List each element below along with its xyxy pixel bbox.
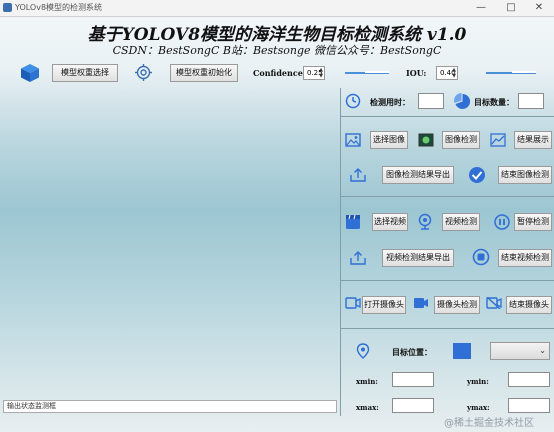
- image-detect-icon: [418, 133, 434, 147]
- stop-video-detect-button[interactable]: 结束视频检测: [498, 249, 552, 267]
- ymax-label: ymax:: [467, 403, 490, 412]
- pause-detect-button[interactable]: 暂停检测: [514, 213, 552, 231]
- check-circle-icon: [469, 167, 485, 183]
- export-video-result-button[interactable]: 视频检测结果导出: [382, 249, 454, 267]
- watermark: @稀土掘金技术社区: [444, 418, 534, 429]
- window-title: YOLOv8模型的检测系统: [15, 3, 103, 12]
- close-camera-button[interactable]: 结束摄像头: [506, 296, 552, 314]
- video-detect-button[interactable]: 视频检测: [442, 213, 480, 231]
- ymin-label: ymin:: [467, 377, 489, 386]
- divider: [340, 116, 554, 117]
- divider: [340, 280, 554, 281]
- iou-slider[interactable]: [486, 71, 536, 74]
- clock-icon: [345, 93, 361, 109]
- close-button[interactable]: ✕: [524, 0, 554, 16]
- show-result-button[interactable]: 结果展示: [514, 131, 552, 149]
- export-icon: [350, 168, 366, 182]
- divider: [340, 328, 554, 329]
- select-image-button[interactable]: 选择图像: [370, 131, 408, 149]
- target-select-dropdown[interactable]: ⌄: [490, 342, 550, 360]
- divider: [340, 196, 554, 197]
- stop-circle-icon: [472, 248, 490, 266]
- location-pin-icon: [356, 343, 370, 359]
- image-detect-button[interactable]: 图像检测: [442, 131, 480, 149]
- camera-detect-button[interactable]: 摄像头检测: [434, 296, 480, 314]
- webcam-icon: [418, 213, 432, 230]
- target-count-field: [518, 93, 544, 109]
- confidence-slider[interactable]: [345, 71, 389, 74]
- ymax-field: [508, 398, 550, 413]
- app-icon: [3, 3, 12, 12]
- xmax-field: [392, 398, 434, 413]
- video-file-icon: [346, 214, 360, 229]
- open-camera-button[interactable]: 打开摄像头: [362, 296, 406, 314]
- target-settings-icon: [135, 64, 152, 81]
- maximize-button[interactable]: □: [496, 0, 526, 16]
- pie-chart-icon: [454, 93, 471, 109]
- iou-label: IOU:: [406, 68, 427, 78]
- target-position-label: 目标位置：: [392, 347, 432, 357]
- minimize-button[interactable]: —: [466, 0, 496, 16]
- confidence-label: Confidence:: [253, 68, 306, 78]
- spin-arrows-icon[interactable]: ▲ ▼: [452, 67, 456, 79]
- chevron-down-icon: ⌄: [539, 346, 546, 355]
- target-count-label: 目标数量：: [474, 97, 514, 107]
- cube-icon: [21, 64, 39, 82]
- detect-time-label: 检测用时：: [370, 97, 410, 107]
- model-init-button[interactable]: 模型权重初始化: [170, 64, 238, 82]
- camera-detect-icon: [414, 298, 428, 308]
- target-preview-icon: [453, 343, 471, 359]
- title-bar: YOLOv8模型的检测系统 — □ ✕: [0, 0, 554, 17]
- status-output: 输出状态监测框: [3, 400, 337, 413]
- xmax-label: xmax:: [356, 403, 379, 412]
- xmin-field: [392, 372, 434, 387]
- iou-spinbox[interactable]: 0.40 ▲ ▼: [436, 66, 458, 80]
- pause-icon: [494, 214, 510, 230]
- image-icon: [345, 133, 361, 147]
- detect-time-field: [418, 93, 444, 109]
- camera-icon: [345, 297, 361, 309]
- spin-arrows-icon[interactable]: ▲ ▼: [319, 67, 323, 79]
- export-image-result-button[interactable]: 图像检测结果导出: [382, 166, 454, 184]
- panel-divider: [340, 88, 341, 416]
- model-select-button[interactable]: 模型权重选择: [52, 64, 118, 82]
- export-icon: [350, 251, 366, 265]
- xmin-label: xmin:: [356, 377, 378, 386]
- page-subtitle: CSDN：BestSongC B站：Bestsonge 微信公众号：BestSo…: [112, 44, 442, 57]
- confidence-spinbox[interactable]: 0.25 ▲ ▼: [303, 66, 325, 80]
- camera-off-icon: [486, 297, 502, 309]
- app-window: YOLOv8模型的检测系统 — □ ✕ 基于YOLOV8模型的海洋生物目标检测系…: [0, 0, 554, 432]
- ymin-field: [508, 372, 550, 387]
- select-video-button[interactable]: 选择视频: [372, 213, 408, 231]
- result-chart-icon: [490, 133, 506, 147]
- stop-image-detect-button[interactable]: 结束图像检测: [498, 166, 552, 184]
